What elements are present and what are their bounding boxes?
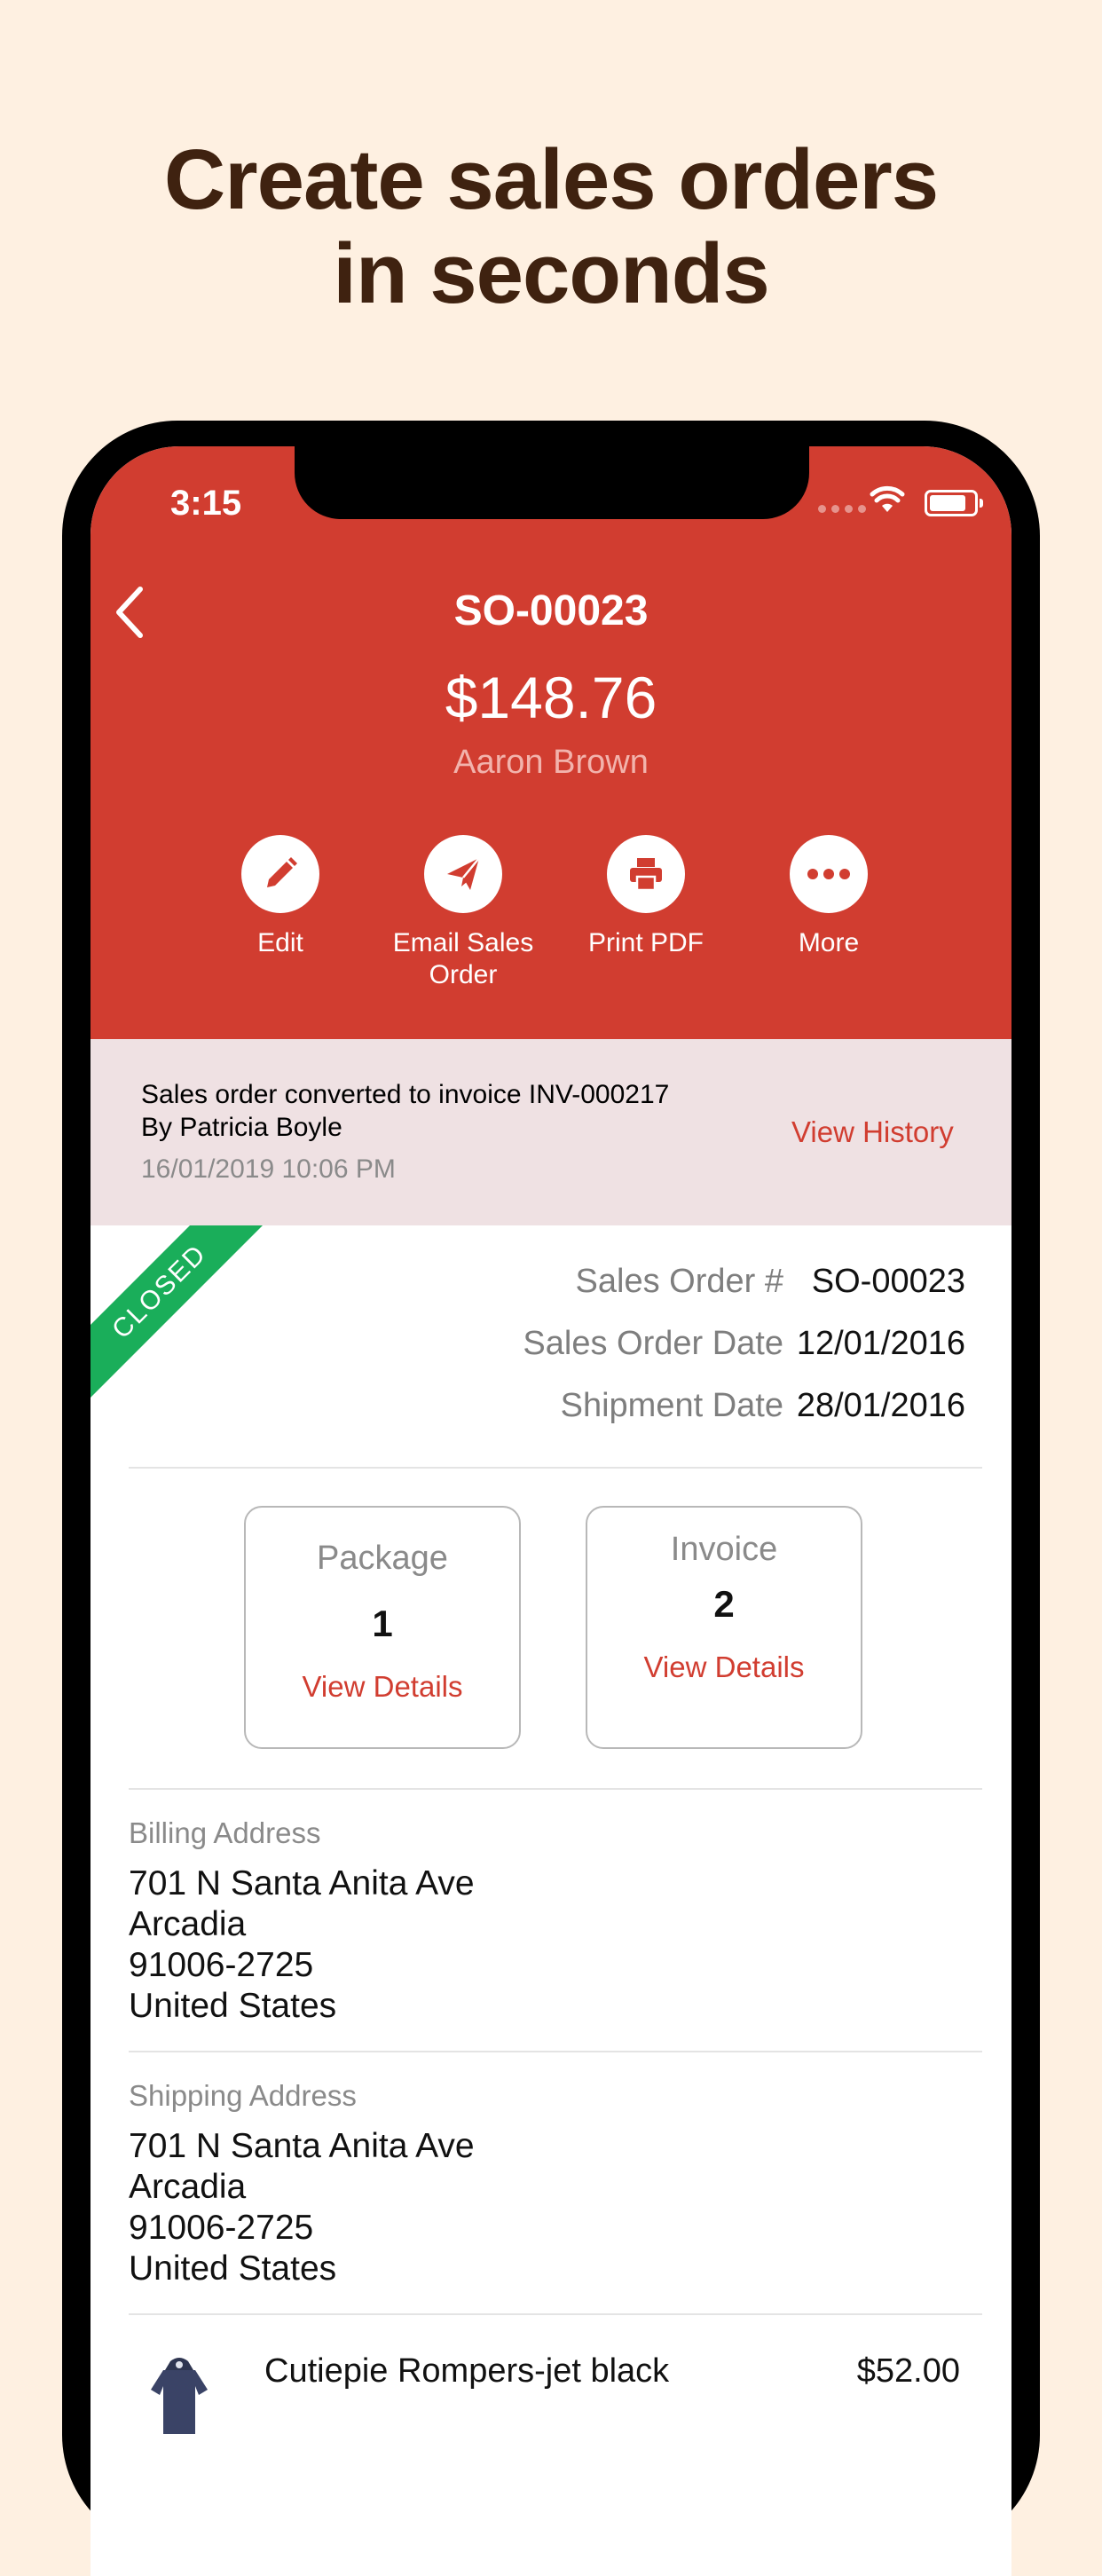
customer-name: Aaron Brown <box>453 744 649 781</box>
divider <box>129 1788 982 1790</box>
view-history-link[interactable]: View History <box>791 1115 954 1149</box>
more-dots-icon <box>790 835 868 913</box>
package-card[interactable]: Package 1 View Details <box>244 1506 521 1749</box>
product-thumbnail <box>151 2358 208 2434</box>
shipping-address-label: Shipping Address <box>129 2079 357 2112</box>
printer-icon <box>607 835 685 913</box>
headline-line-2: in seconds <box>333 226 769 321</box>
order-header: 3:15 SO-00023 $148.76 Aaron Brown Edit E… <box>91 446 1011 1039</box>
info-value: SO-00023 <box>811 1263 965 1300</box>
billing-address-line: Arcadia <box>129 1905 247 1943</box>
info-label: Sales Order # <box>575 1263 783 1300</box>
divider <box>129 1467 982 1469</box>
phone-notch <box>295 446 809 519</box>
shipping-address-line: 701 N Santa Anita Ave <box>129 2127 475 2165</box>
divider <box>129 2313 982 2315</box>
info-value: 28/01/2016 <box>796 1387 965 1424</box>
billing-address-line: 701 N Santa Anita Ave <box>129 1864 475 1902</box>
headline-line-1: Create sales orders <box>163 132 939 227</box>
phone-screen: 3:15 SO-00023 $148.76 Aaron Brown Edit E… <box>91 446 1011 2576</box>
status-time: 3:15 <box>170 484 242 523</box>
print-pdf-label: Print PDF <box>587 928 704 957</box>
invoice-card[interactable]: Invoice 2 View Details <box>586 1506 862 1749</box>
email-sales-order-button[interactable]: Email Sales Order <box>374 835 552 991</box>
paper-plane-icon <box>424 835 502 913</box>
edit-button[interactable]: Edit <box>192 835 369 959</box>
invoice-view-details-link[interactable]: View Details <box>587 1650 861 1684</box>
more-button[interactable]: More <box>740 835 917 959</box>
billing-address-line: 91006-2725 <box>129 1946 314 1984</box>
package-view-details-link[interactable]: View Details <box>246 1670 519 1704</box>
card-count: 2 <box>713 1583 735 1625</box>
shipping-address-line: 91006-2725 <box>129 2209 314 2247</box>
conversion-notice: Sales order converted to invoice INV-000… <box>91 1039 1011 1225</box>
card-count: 1 <box>372 1603 393 1644</box>
shipping-address-line: United States <box>129 2249 337 2288</box>
order-amount: $148.76 <box>445 665 657 730</box>
pencil-icon <box>241 835 319 913</box>
battery-icon <box>925 490 983 516</box>
info-label: Shipment Date <box>560 1387 783 1424</box>
email-label-line-1: Email Sales <box>392 928 534 957</box>
info-value: 12/01/2016 <box>796 1325 965 1362</box>
notice-message: Sales order converted to invoice INV-000… <box>141 1080 670 1109</box>
edit-label: Edit <box>257 928 303 957</box>
wifi-icon <box>870 485 905 512</box>
closed-badge: CLOSED <box>91 1225 272 1405</box>
card-title: Invoice <box>670 1531 778 1568</box>
email-sales-order-label: Email Sales Order <box>374 927 552 991</box>
signal-icon <box>818 505 866 513</box>
divider <box>129 2051 982 2052</box>
card-title: Package <box>317 1540 448 1577</box>
shipping-address-line: Arcadia <box>129 2168 247 2206</box>
notice-author: By Patricia Boyle <box>141 1113 342 1142</box>
more-label: More <box>798 928 860 957</box>
headline: Create sales orders in seconds <box>0 133 1102 321</box>
billing-address-label: Billing Address <box>129 1816 321 1849</box>
notice-date: 16/01/2019 10:06 PM <box>141 1154 396 1184</box>
email-label-line-2: Order <box>429 960 498 989</box>
billing-address-line: United States <box>129 1987 337 2025</box>
status-ribbon: CLOSED <box>91 1225 286 1421</box>
info-label: Sales Order Date <box>523 1325 783 1362</box>
print-pdf-button[interactable]: Print PDF <box>557 835 735 959</box>
order-id: SO-00023 <box>453 587 649 634</box>
